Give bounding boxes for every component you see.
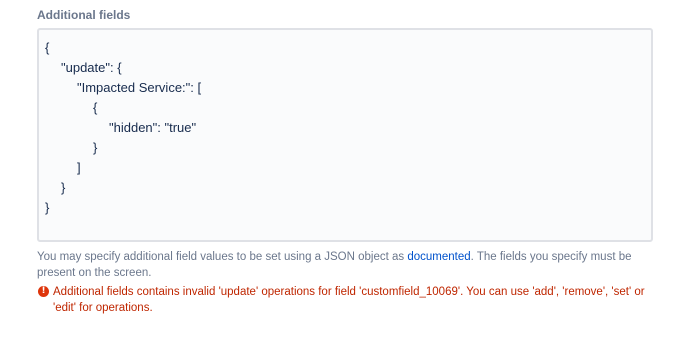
json-line: "hidden": "true" <box>109 120 197 135</box>
additional-fields-label: Additional fields <box>37 8 131 22</box>
error-icon: ! <box>38 286 49 297</box>
json-line: "update": { <box>61 60 122 75</box>
documented-link[interactable]: documented <box>407 251 470 263</box>
error-message-row: ! Additional fields contains invalid 'up… <box>38 284 658 316</box>
additional-fields-textarea[interactable]: { "update": { "Impacted Service:": [ { "hidd… <box>37 28 653 242</box>
json-line: { <box>93 100 98 115</box>
help-text: You may specify additional field values … <box>37 249 657 281</box>
error-message: Additional fields contains invalid 'upda… <box>53 286 645 314</box>
json-line: } <box>61 180 66 195</box>
json-line: { <box>45 40 50 55</box>
json-line: ] <box>77 160 81 175</box>
json-line: "Impacted Service:": [ <box>77 80 202 95</box>
json-line: } <box>45 200 50 215</box>
help-text-prefix: You may specify additional field values … <box>37 251 408 263</box>
json-line: } <box>93 140 98 155</box>
json-lines: { "update": { "Impacted Service:": [ { "hidd… <box>45 38 645 218</box>
